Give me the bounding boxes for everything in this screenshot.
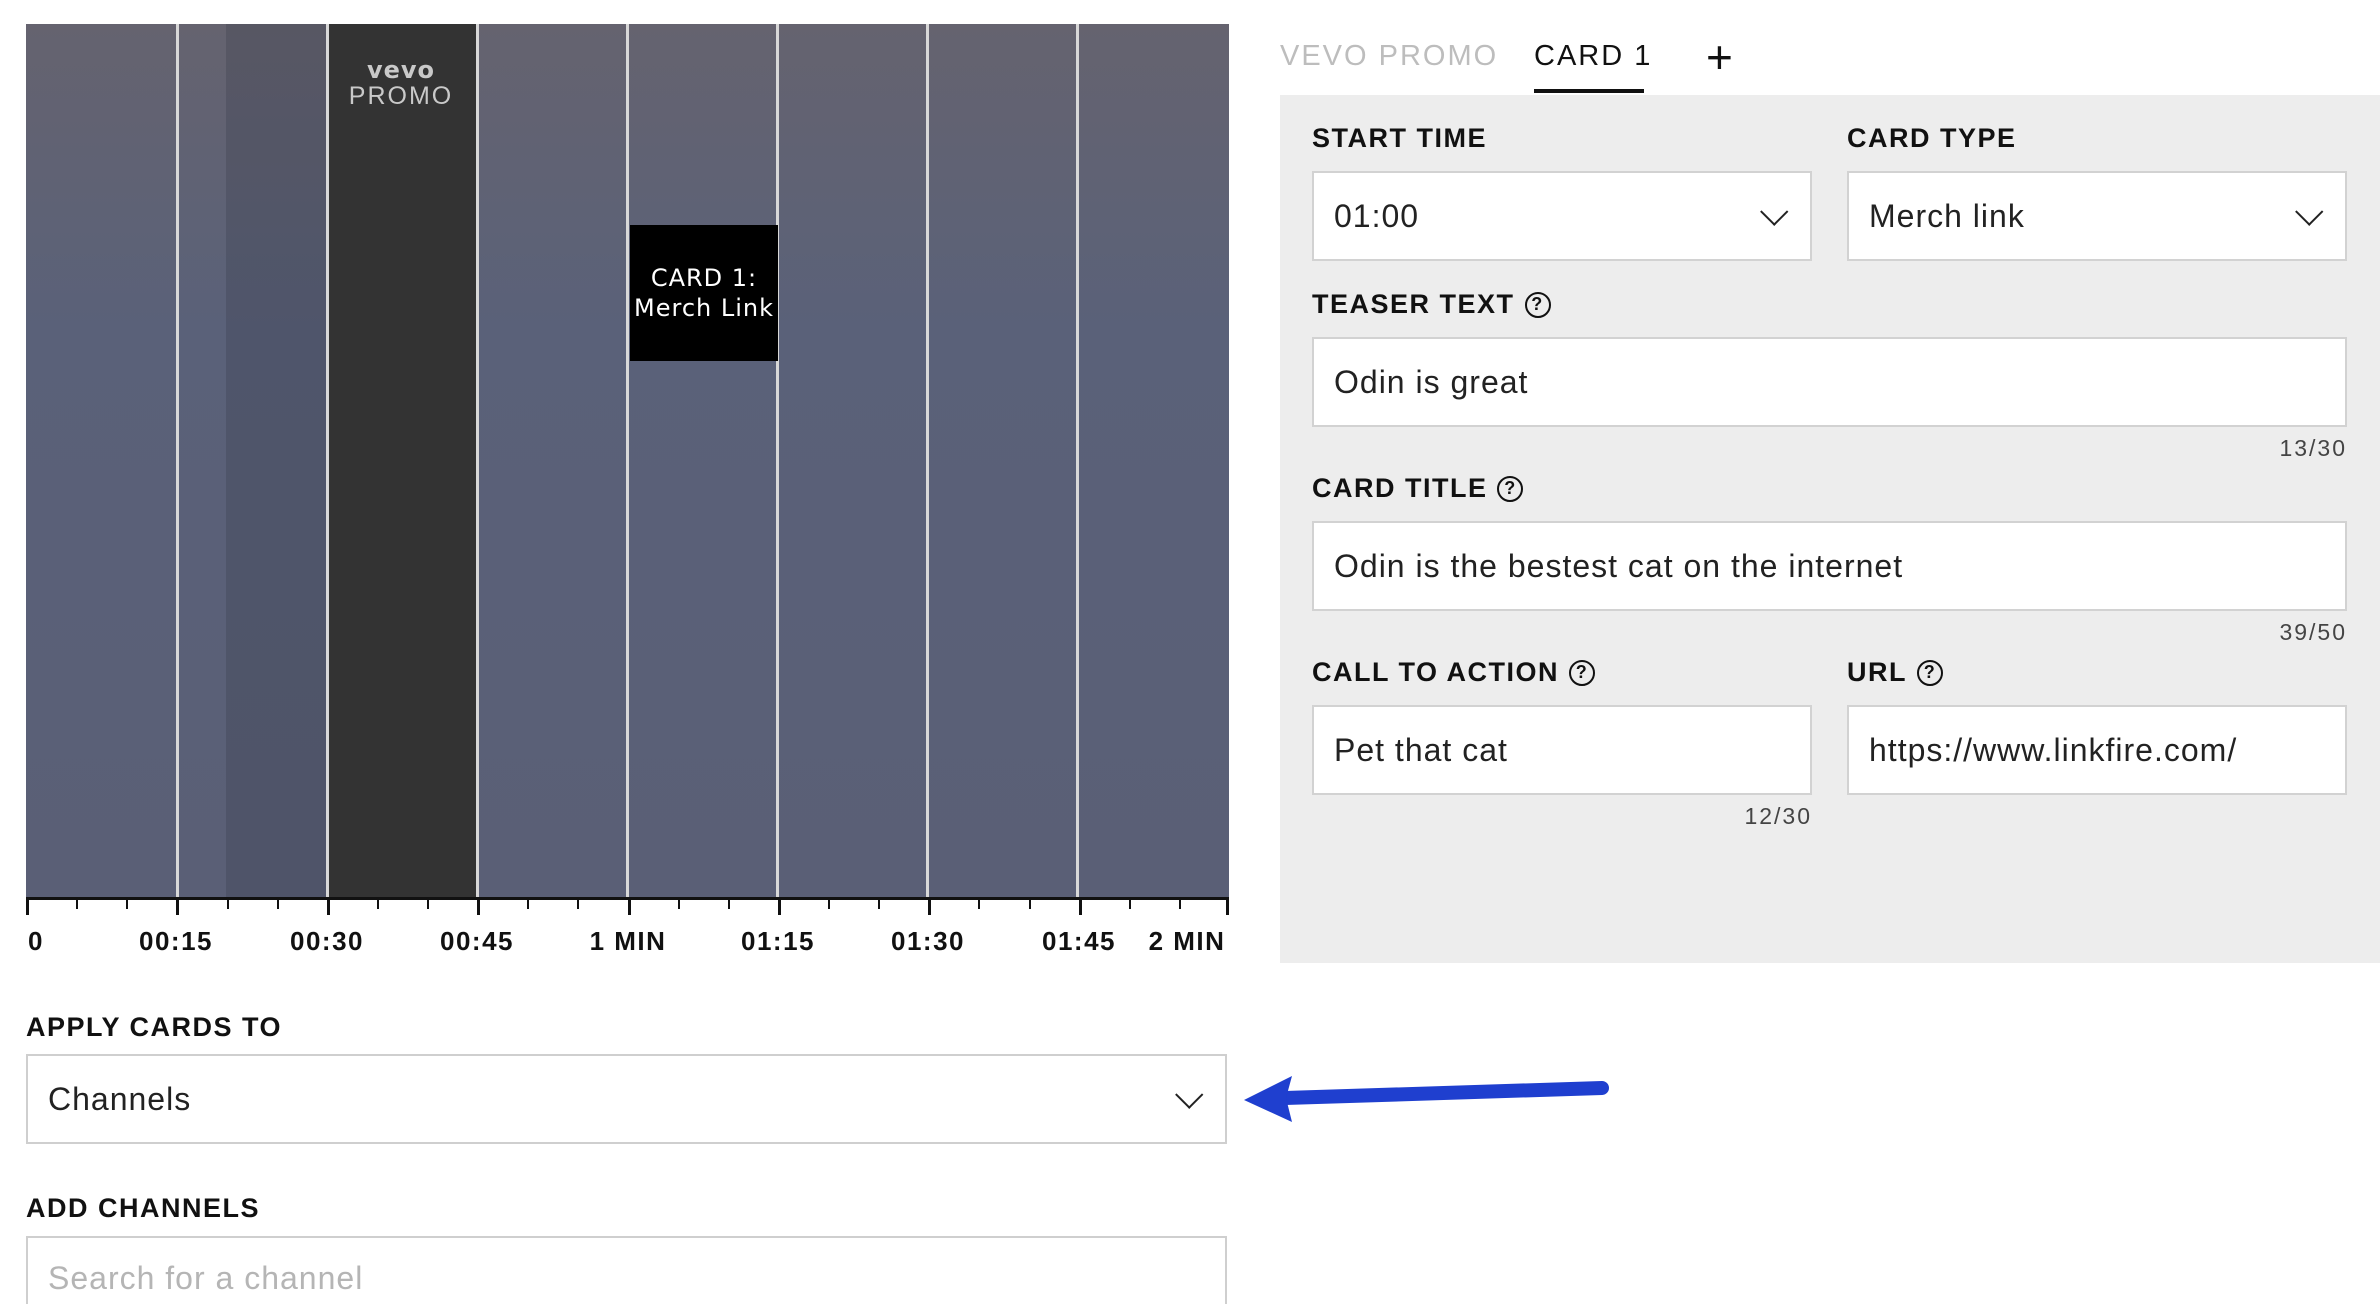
axis-minor-tick xyxy=(828,897,830,909)
card-title-counter: 39/50 xyxy=(2279,619,2347,645)
timeline-gridline xyxy=(776,24,779,897)
help-icon[interactable]: ? xyxy=(1917,659,1943,686)
apply-cards-select[interactable]: Channels xyxy=(26,1054,1227,1144)
call-to-action-label-text: CALL TO ACTION xyxy=(1312,657,1559,687)
axis-major-tick xyxy=(778,897,781,915)
axis-minor-tick xyxy=(277,897,279,909)
card-title-label-text: CARD TITLE xyxy=(1312,473,1488,503)
axis-minor-tick xyxy=(377,897,379,909)
call-to-action-value: Pet that cat xyxy=(1334,731,1508,768)
help-icon[interactable]: ? xyxy=(1569,659,1595,686)
axis-major-tick xyxy=(928,897,931,915)
apply-cards-value: Channels xyxy=(48,1080,192,1117)
axis-minor-tick xyxy=(126,897,128,909)
axis-tick-label: 00:30 xyxy=(290,926,364,956)
active-tab-indicator xyxy=(1534,89,1644,93)
timeline-gridline xyxy=(326,24,329,897)
vevo-promo-label: vevo PROMO xyxy=(326,56,476,111)
axis-major-tick xyxy=(1079,897,1082,915)
card-settings-panel: START TIME 01:00 CARD TYPE Merch link TE… xyxy=(1280,95,2380,963)
apply-cards-label: APPLY CARDS TO xyxy=(26,1012,283,1042)
channel-search-input[interactable] xyxy=(28,1238,1225,1304)
axis-major-tick xyxy=(477,897,480,915)
axis-minor-tick xyxy=(527,897,529,909)
axis-minor-tick xyxy=(978,897,980,909)
card-1-marker[interactable]: CARD 1: Merch Link xyxy=(630,225,778,361)
timeline-gridline xyxy=(476,24,479,897)
card-marker-type: Merch Link xyxy=(634,294,774,322)
card-title-input[interactable]: Odin is the bestest cat on the internet xyxy=(1312,521,2347,611)
axis-tick-label: 01:15 xyxy=(741,926,815,956)
call-to-action-label: CALL TO ACTION ? xyxy=(1312,657,1595,688)
teaser-text-input[interactable]: Odin is great xyxy=(1312,337,2347,427)
card-type-label: CARD TYPE xyxy=(1847,123,2017,154)
axis-minor-tick xyxy=(227,897,229,909)
vevo-logo: vevo xyxy=(366,56,436,84)
chevron-down-icon xyxy=(2295,197,2324,226)
axis-tick-label: 00:45 xyxy=(440,926,514,956)
timeline-preview[interactable]: vevo PROMO CARD 1: Merch Link xyxy=(26,24,1229,897)
teaser-text-value: Odin is great xyxy=(1334,363,1529,400)
teaser-text-label: TEASER TEXT ? xyxy=(1312,289,1551,320)
help-icon[interactable]: ? xyxy=(1524,291,1551,318)
card-title-label: CARD TITLE ? xyxy=(1312,473,1524,504)
promo-text: PROMO xyxy=(348,82,454,111)
axis-minor-tick xyxy=(427,897,429,909)
tab-vevo-promo[interactable]: VEVO PROMO xyxy=(1280,40,1498,73)
vevo-promo-segment[interactable] xyxy=(326,24,476,897)
card-type-value: Merch link xyxy=(1869,197,2025,234)
annotation-arrow-icon xyxy=(1244,1076,1609,1122)
axis-minor-tick xyxy=(1029,897,1031,909)
teaser-text-counter: 13/30 xyxy=(2279,435,2347,461)
url-value: https://www.linkfire.com/ xyxy=(1869,731,2238,768)
axis-minor-tick xyxy=(878,897,880,909)
axis-tick-label: 00:15 xyxy=(139,926,213,956)
start-time-value: 01:00 xyxy=(1334,197,1420,234)
axis-major-tick xyxy=(628,897,631,915)
tab-card-1[interactable]: CARD 1 xyxy=(1534,40,1652,73)
axis-tick-label: 01:45 xyxy=(1042,926,1116,956)
axis-major-tick xyxy=(176,897,179,915)
add-card-button[interactable]: + xyxy=(1706,34,1733,80)
card-type-label-text: CARD TYPE xyxy=(1847,123,2017,153)
card-marker-title: CARD 1: xyxy=(650,264,758,292)
timeline-gridline xyxy=(626,24,629,897)
url-label: URL ? xyxy=(1847,657,1943,688)
teaser-text-label-text: TEASER TEXT xyxy=(1312,289,1515,319)
start-time-select[interactable]: 01:00 xyxy=(1312,171,1812,261)
chevron-down-icon xyxy=(1175,1080,1204,1109)
axis-minor-tick xyxy=(1179,897,1181,909)
card-title-value: Odin is the bestest cat on the internet xyxy=(1334,547,1904,584)
timeline-axis xyxy=(26,897,1229,915)
axis-minor-tick xyxy=(678,897,680,909)
start-time-label-text: START TIME xyxy=(1312,123,1487,153)
timeline-gridline xyxy=(926,24,929,897)
card-type-select[interactable]: Merch link xyxy=(1847,171,2347,261)
start-time-label: START TIME xyxy=(1312,123,1487,154)
timeline-gridline xyxy=(176,24,179,897)
axis-minor-tick xyxy=(577,897,579,909)
timeline-gridline xyxy=(1076,24,1079,897)
call-to-action-counter: 12/30 xyxy=(1744,803,1812,829)
axis-minor-tick xyxy=(728,897,730,909)
axis-major-tick xyxy=(327,897,330,915)
axis-tick-label: 0 xyxy=(28,926,44,956)
axis-tick-label: 2 MIN xyxy=(1148,926,1226,956)
axis-minor-tick xyxy=(1129,897,1131,909)
axis-tick-label: 01:30 xyxy=(891,926,965,956)
chevron-down-icon xyxy=(1760,197,1789,226)
axis-major-tick xyxy=(26,897,29,915)
call-to-action-input[interactable]: Pet that cat xyxy=(1312,705,1812,795)
help-icon[interactable]: ? xyxy=(1497,475,1524,502)
channel-search-box[interactable] xyxy=(26,1236,1227,1304)
url-label-text: URL xyxy=(1847,657,1907,687)
axis-tick-label: 1 MIN xyxy=(589,926,667,956)
url-input[interactable]: https://www.linkfire.com/ xyxy=(1847,705,2347,795)
axis-major-tick xyxy=(1226,897,1229,915)
axis-minor-tick xyxy=(76,897,78,909)
add-channels-label: ADD CHANNELS xyxy=(26,1193,260,1223)
timeline-shade-segment xyxy=(226,24,326,897)
